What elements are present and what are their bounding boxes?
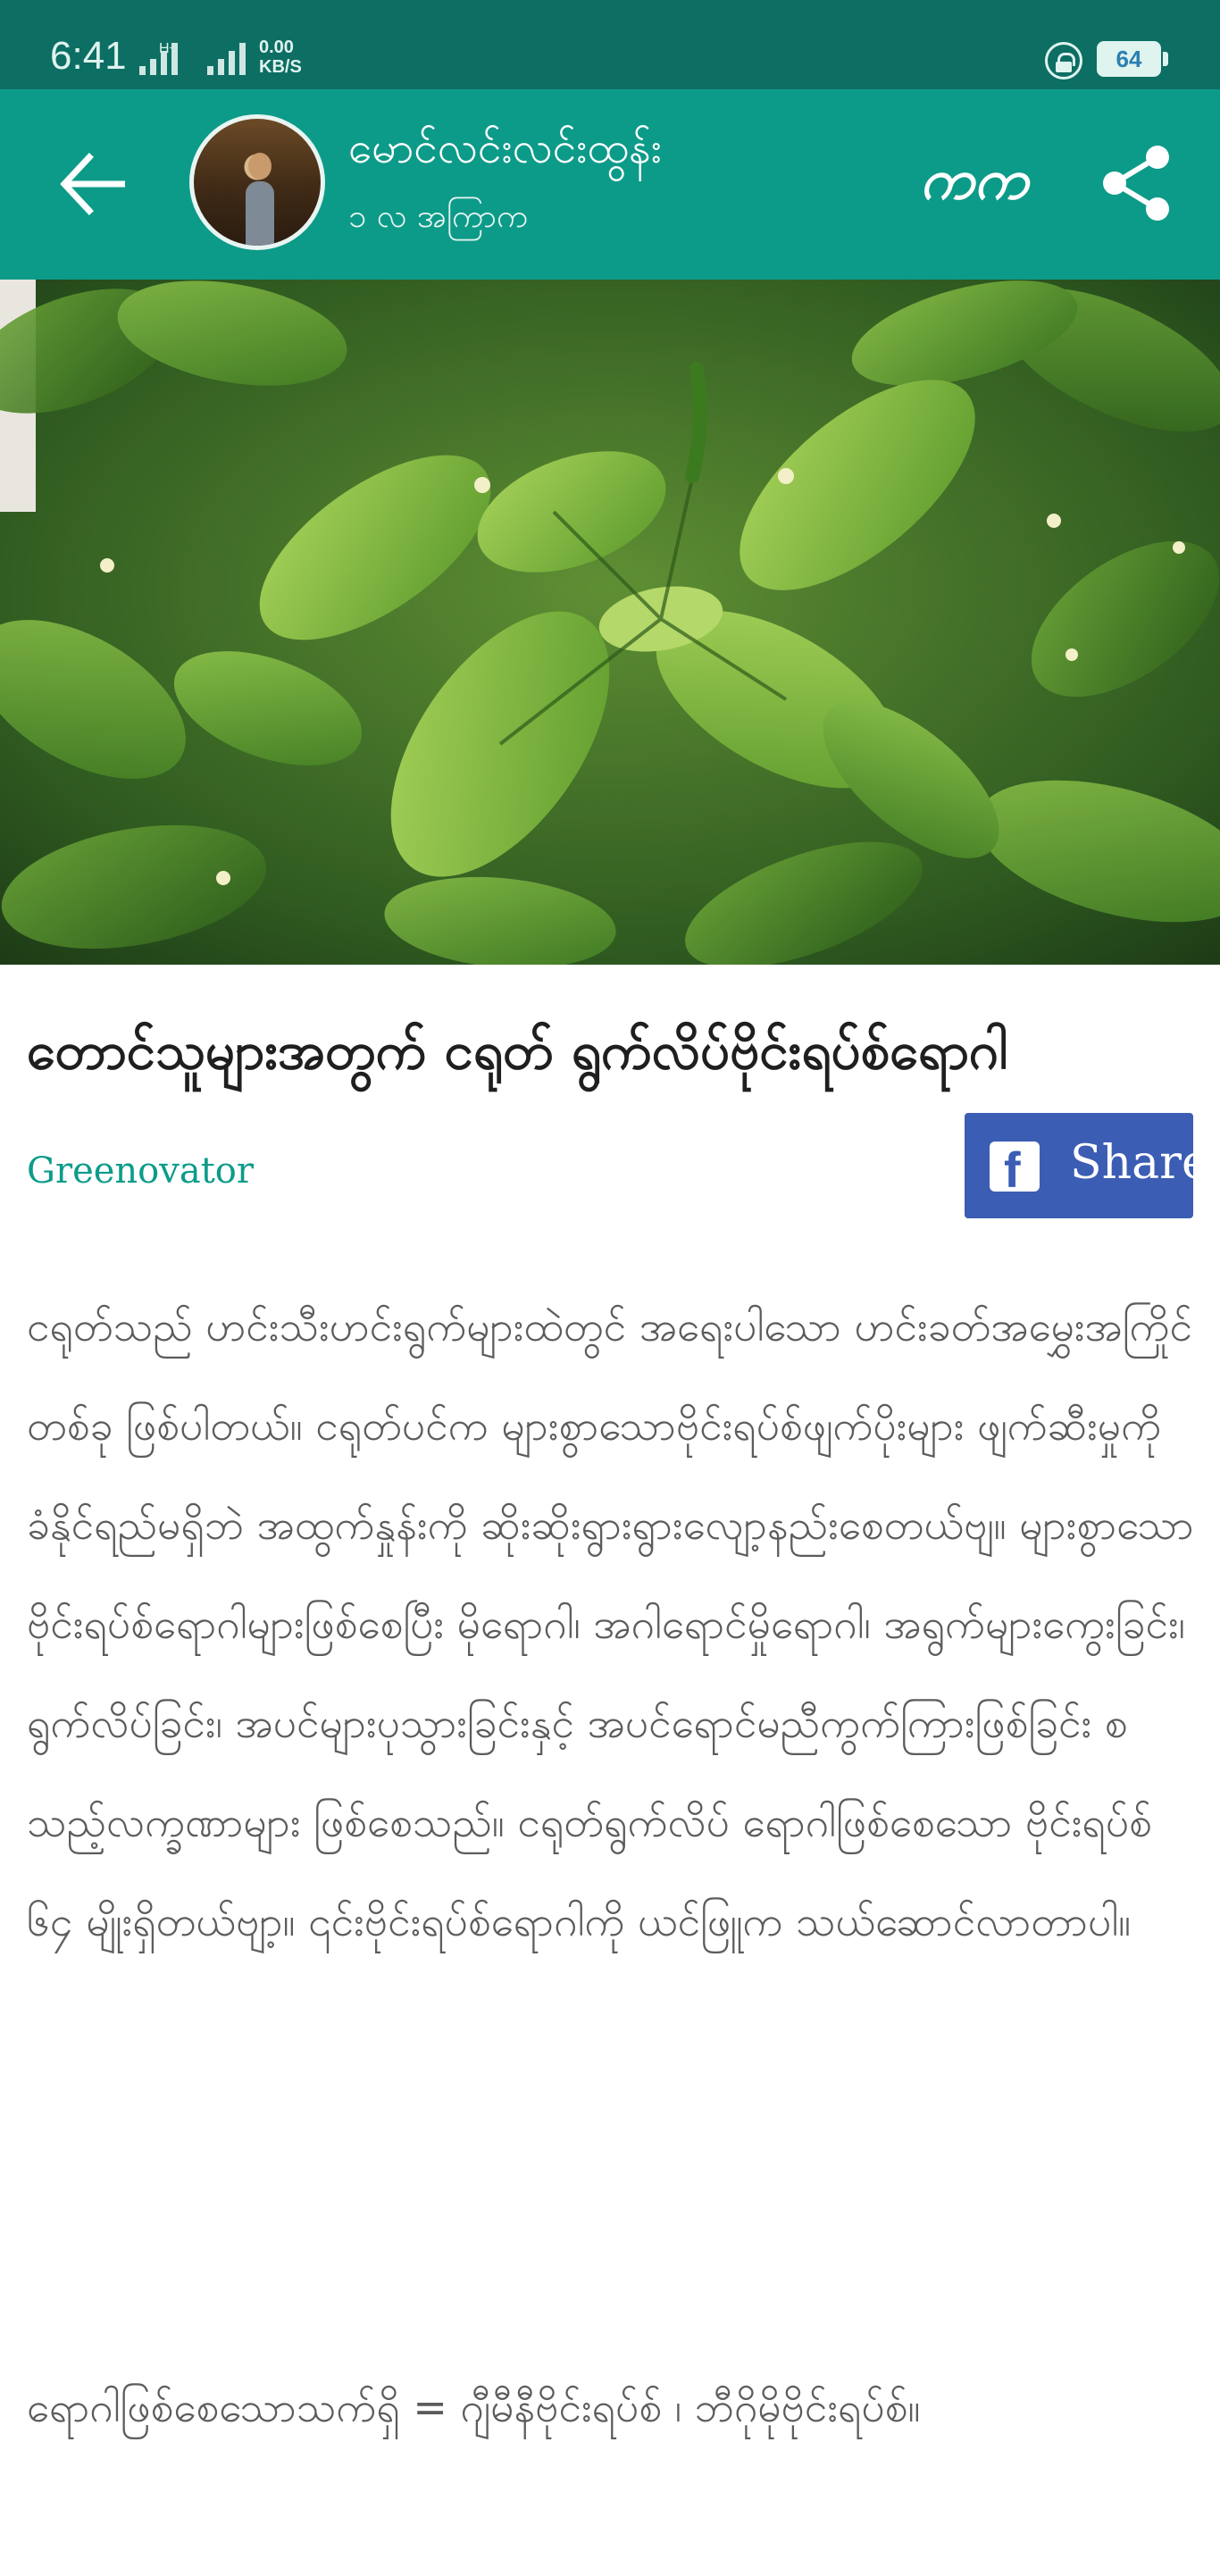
hero-image (0, 280, 1220, 965)
post-time: ၁ လ အကြာက (348, 198, 529, 235)
status-time: 6:41 (50, 34, 127, 78)
chili-plant-image (0, 280, 1220, 965)
app-bar: မောင်လင်းလင်းထွန်း ၁ လ အကြာက ကက (0, 89, 1220, 280)
status-bar: 6:41 H+ 0.00 KB/S 64 (0, 0, 1220, 89)
author-name[interactable]: မောင်လင်းလင်းထွန်း (348, 121, 662, 184)
facebook-share-button[interactable]: f Share (965, 1113, 1209, 1218)
battery-tip (1163, 52, 1168, 66)
back-button[interactable] (54, 148, 134, 220)
source-link[interactable]: Greenovator (27, 1150, 254, 1192)
avatar-figure (246, 181, 274, 246)
article-body: ငရုတ်သည် ဟင်းသီးဟင်းရွက်များထဲတွင် အရေးပ… (27, 1302, 1194, 1945)
arrow-left-icon (60, 153, 125, 215)
avatar[interactable] (189, 114, 325, 250)
signal-icon (207, 39, 252, 75)
signal-icon (139, 39, 184, 75)
font-toggle-button[interactable]: ကက (920, 145, 1028, 226)
avatar-face (248, 153, 272, 180)
share-icon (1103, 146, 1169, 221)
share-button[interactable] (1099, 143, 1179, 223)
facebook-share-label: Share (1070, 1136, 1209, 1190)
battery-icon: 64 (1097, 41, 1161, 77)
facebook-logo-icon: f (990, 1142, 1040, 1195)
article-title: တောင်သူများအတွက် ငရုတ် ရွက်လိပ်ဗိုင်းရပ်… (27, 1020, 1008, 1081)
net-speed-unit: KB/S (259, 57, 302, 77)
article-extra-line: ရောဂါဖြစ်စေသောသက်ရှိ = ဂျီမီနီဗိုင်းရပ်စ… (27, 2383, 921, 2431)
net-speed-value: 0.00 (259, 38, 294, 57)
rotation-lock-icon (1045, 42, 1082, 79)
net-speed: 0.00 KB/S (259, 38, 302, 77)
